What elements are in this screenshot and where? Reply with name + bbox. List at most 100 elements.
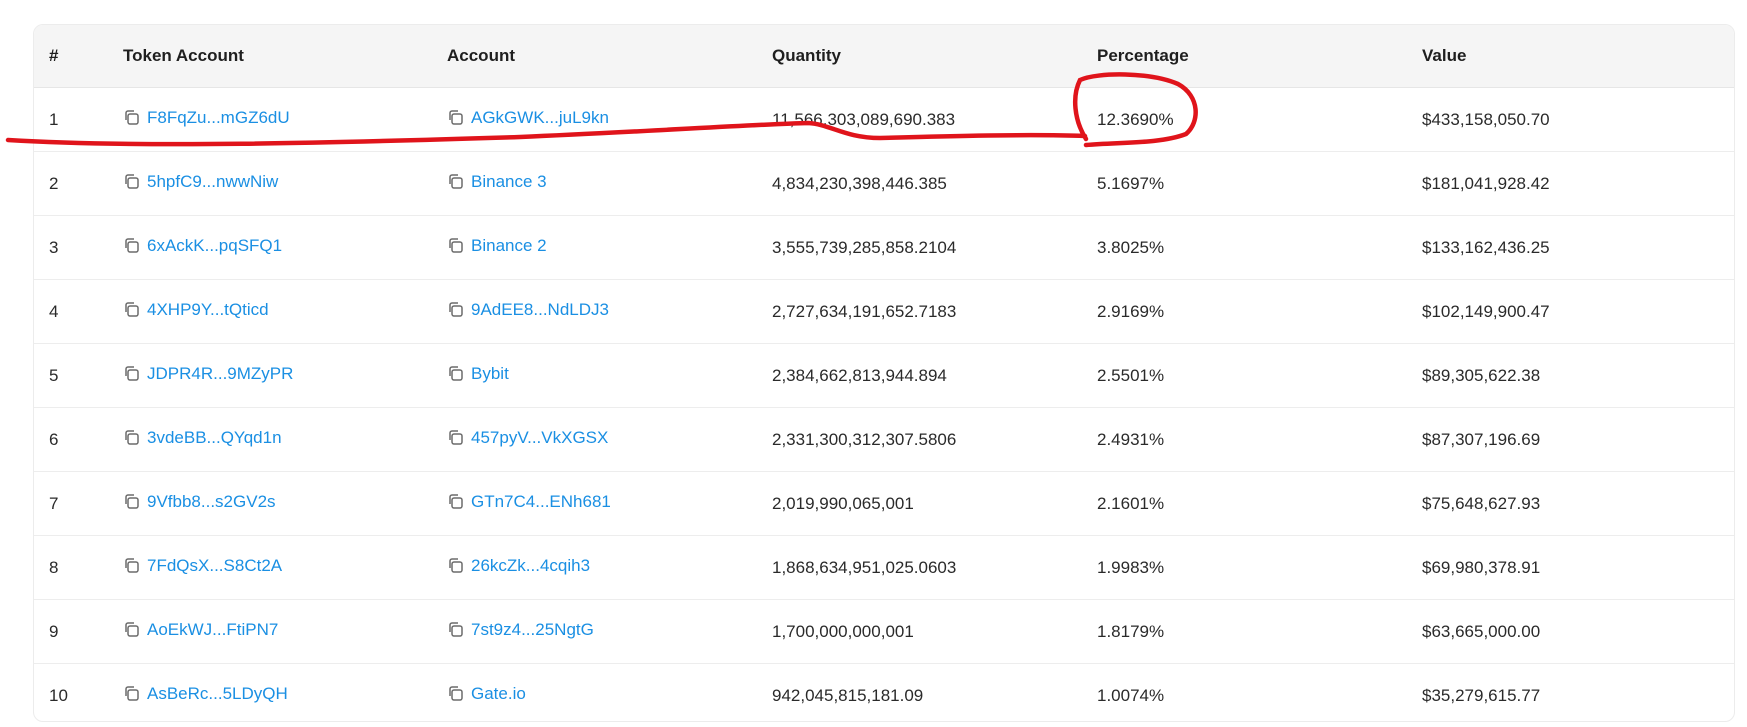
copy-icon[interactable] [123, 237, 140, 254]
copy-icon[interactable] [123, 429, 140, 446]
token-account-text[interactable]: JDPR4R...9MZyPR [147, 364, 293, 384]
percentage-text: 5.1697% [1097, 173, 1165, 193]
cell-percentage: 2.4931% [1082, 407, 1407, 472]
account-text[interactable]: AGkGWK...juL9kn [471, 108, 609, 128]
copy-icon[interactable] [447, 237, 464, 254]
token-account-text[interactable]: 5hpfC9...nwwNiw [147, 172, 278, 192]
account-text[interactable]: Bybit [471, 364, 509, 384]
copy-icon[interactable] [123, 301, 140, 318]
cell-token-account: JDPR4R...9MZyPR [108, 343, 432, 408]
account-text[interactable]: Binance 3 [471, 172, 547, 192]
cell-rank: 3 [34, 215, 108, 280]
account-text[interactable]: GTn7C4...ENh681 [471, 492, 611, 512]
cell-token-account: F8FqZu...mGZ6dU [108, 87, 432, 152]
copy-icon[interactable] [123, 493, 140, 510]
account-text[interactable]: Binance 2 [471, 236, 547, 256]
token-account-text[interactable]: AoEkWJ...FtiPN7 [147, 620, 278, 640]
cell-rank: 2 [34, 151, 108, 216]
value-text: $63,665,000.00 [1422, 621, 1541, 641]
cell-quantity: 942,045,815,181.09 [757, 664, 1082, 722]
cell-percentage: 2.5501% [1082, 343, 1407, 408]
account-link[interactable]: Gate.io [447, 684, 526, 704]
account-link[interactable]: Binance 2 [447, 236, 547, 256]
cell-percentage: 2.9169% [1082, 279, 1407, 344]
header-token-account: Token Account [108, 25, 432, 88]
table-body: 1 F8FqZu...mGZ6dU AGkGWK...juL9kn 11,566… [34, 87, 1734, 722]
account-link[interactable]: 9AdEE8...NdLDJ3 [447, 300, 609, 320]
token-account-text[interactable]: 3vdeBB...QYqd1n [147, 428, 282, 448]
token-account-link[interactable]: 4XHP9Y...tQticd [123, 300, 269, 320]
cell-value: $181,041,928.42 [1407, 151, 1734, 216]
cell-account: Bybit [432, 343, 757, 408]
copy-icon[interactable] [447, 109, 464, 126]
token-account-link[interactable]: JDPR4R...9MZyPR [123, 364, 293, 384]
token-account-text[interactable]: 9Vfbb8...s2GV2s [147, 492, 276, 512]
token-account-text[interactable]: F8FqZu...mGZ6dU [147, 108, 290, 128]
cell-rank: 6 [34, 407, 108, 472]
quantity-text: 2,384,662,813,944.894 [772, 365, 947, 385]
account-link[interactable]: GTn7C4...ENh681 [447, 492, 611, 512]
percentage-text: 2.4931% [1097, 429, 1165, 449]
token-account-text[interactable]: AsBeRc...5LDyQH [147, 684, 288, 704]
account-link[interactable]: AGkGWK...juL9kn [447, 108, 609, 128]
token-account-link[interactable]: 5hpfC9...nwwNiw [123, 172, 278, 192]
copy-icon[interactable] [123, 109, 140, 126]
token-account-link[interactable]: F8FqZu...mGZ6dU [123, 108, 290, 128]
account-text[interactable]: 26kcZk...4cqih3 [471, 556, 590, 576]
copy-icon[interactable] [123, 365, 140, 382]
token-account-link[interactable]: 9Vfbb8...s2GV2s [123, 492, 276, 512]
token-account-text[interactable]: 4XHP9Y...tQticd [147, 300, 269, 320]
value-text: $133,162,436.25 [1422, 237, 1550, 257]
rank-text: 5 [49, 365, 59, 385]
rank-text: 7 [49, 493, 59, 513]
cell-account: Binance 2 [432, 215, 757, 280]
holders-table-card: # Token Account Account Quantity Percent… [33, 24, 1735, 722]
copy-icon[interactable] [447, 621, 464, 638]
account-link[interactable]: Binance 3 [447, 172, 547, 192]
account-link[interactable]: 457pyV...VkXGSX [447, 428, 608, 448]
cell-rank: 7 [34, 471, 108, 536]
table-row: 2 5hpfC9...nwwNiw Binance 3 4,834,230,39… [34, 151, 1734, 216]
percentage-text: 2.9169% [1097, 301, 1165, 321]
account-link[interactable]: 7st9z4...25NgtG [447, 620, 594, 640]
copy-icon[interactable] [447, 493, 464, 510]
account-text[interactable]: 7st9z4...25NgtG [471, 620, 594, 640]
cell-quantity: 2,331,300,312,307.5806 [757, 407, 1082, 472]
cell-value: $133,162,436.25 [1407, 215, 1734, 280]
header-percentage: Percentage [1082, 25, 1407, 88]
copy-icon[interactable] [447, 365, 464, 382]
cell-value: $102,149,900.47 [1407, 279, 1734, 344]
token-account-link[interactable]: 7FdQsX...S8Ct2A [123, 556, 282, 576]
token-account-text[interactable]: 6xAckK...pqSFQ1 [147, 236, 282, 256]
cell-quantity: 11,566,303,089,690.383 [757, 87, 1082, 152]
cell-quantity: 2,019,990,065,001 [757, 471, 1082, 536]
cell-quantity: 1,868,634,951,025.0603 [757, 535, 1082, 600]
account-link[interactable]: 26kcZk...4cqih3 [447, 556, 590, 576]
copy-icon[interactable] [123, 173, 140, 190]
copy-icon[interactable] [447, 685, 464, 702]
token-account-link[interactable]: AsBeRc...5LDyQH [123, 684, 288, 704]
token-account-link[interactable]: AoEkWJ...FtiPN7 [123, 620, 278, 640]
value-text: $433,158,050.70 [1422, 109, 1550, 129]
token-account-text[interactable]: 7FdQsX...S8Ct2A [147, 556, 282, 576]
cell-quantity: 4,834,230,398,446.385 [757, 151, 1082, 216]
token-account-link[interactable]: 3vdeBB...QYqd1n [123, 428, 282, 448]
copy-icon[interactable] [447, 429, 464, 446]
copy-icon[interactable] [123, 621, 140, 638]
cell-percentage: 2.1601% [1082, 471, 1407, 536]
copy-icon[interactable] [447, 301, 464, 318]
header-rank: # [34, 25, 108, 88]
copy-icon[interactable] [447, 557, 464, 574]
account-link[interactable]: Bybit [447, 364, 509, 384]
copy-icon[interactable] [123, 557, 140, 574]
cell-account: Gate.io [432, 664, 757, 722]
account-text[interactable]: 9AdEE8...NdLDJ3 [471, 300, 609, 320]
cell-quantity: 3,555,739,285,858.2104 [757, 215, 1082, 280]
account-text[interactable]: 457pyV...VkXGSX [471, 428, 608, 448]
rank-text: 9 [49, 621, 59, 641]
token-account-link[interactable]: 6xAckK...pqSFQ1 [123, 236, 282, 256]
copy-icon[interactable] [447, 173, 464, 190]
copy-icon[interactable] [123, 685, 140, 702]
account-text[interactable]: Gate.io [471, 684, 526, 704]
cell-percentage: 5.1697% [1082, 151, 1407, 216]
